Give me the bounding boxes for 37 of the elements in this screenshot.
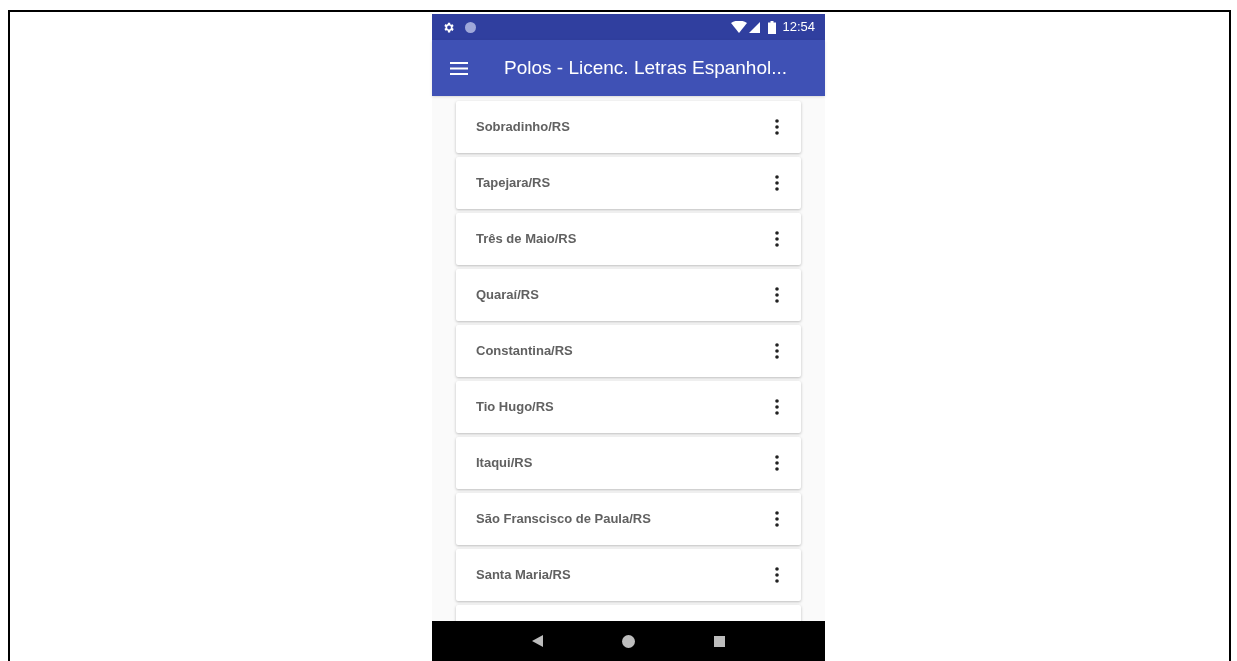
item-label: Sobradinho/RS	[476, 118, 571, 137]
home-icon[interactable]	[622, 634, 635, 648]
item-label: Três de Maio/RS	[476, 230, 578, 249]
more-options-icon[interactable]	[775, 511, 779, 527]
item-label: Itaqui/RS	[476, 454, 534, 473]
settings-icon	[442, 20, 455, 34]
more-options-icon[interactable]	[775, 343, 779, 359]
recents-icon[interactable]	[714, 635, 726, 647]
item-label: Quaraí/RS	[476, 286, 540, 305]
menu-icon[interactable]	[450, 61, 468, 75]
list-card[interactable]: Constantina/RS	[456, 325, 801, 377]
app-title: Polos - Licenc. Letras Espanhol...	[504, 55, 788, 80]
more-options-icon[interactable]	[775, 175, 779, 191]
signal-icon	[749, 21, 761, 33]
back-icon[interactable]	[531, 635, 543, 647]
more-options-icon[interactable]	[775, 119, 779, 135]
list-card[interactable]: Itaqui/RS	[456, 437, 801, 489]
item-label: Santa Maria/RS	[476, 566, 572, 585]
list-card[interactable]: Quaraí/RS	[456, 269, 801, 321]
item-label: Constantina/RS	[476, 342, 574, 361]
item-label: São Franscisco de Paula/RS	[476, 510, 652, 529]
list-card[interactable]: Santa Maria/RS	[456, 549, 801, 601]
more-options-icon[interactable]	[775, 287, 779, 303]
status-time: 12:54	[782, 18, 815, 37]
item-label: Tapejara/RS	[476, 174, 552, 193]
list-card[interactable]: Tapejara/RS	[456, 157, 801, 209]
more-options-icon[interactable]	[775, 399, 779, 415]
battery-icon	[768, 20, 777, 34]
more-options-icon[interactable]	[775, 567, 779, 583]
list-card[interactable]: Sobradinho/RS	[456, 101, 801, 153]
list-card[interactable]: São Franscisco de Paula/RS	[456, 493, 801, 545]
item-label: Tio Hugo/RS	[476, 398, 555, 417]
wifi-icon	[731, 21, 748, 33]
list-card[interactable]: Três de Maio/RS	[456, 213, 801, 265]
list-card[interactable]: Tio Hugo/RS	[456, 381, 801, 433]
more-options-icon[interactable]	[775, 231, 779, 247]
more-options-icon[interactable]	[775, 455, 779, 471]
